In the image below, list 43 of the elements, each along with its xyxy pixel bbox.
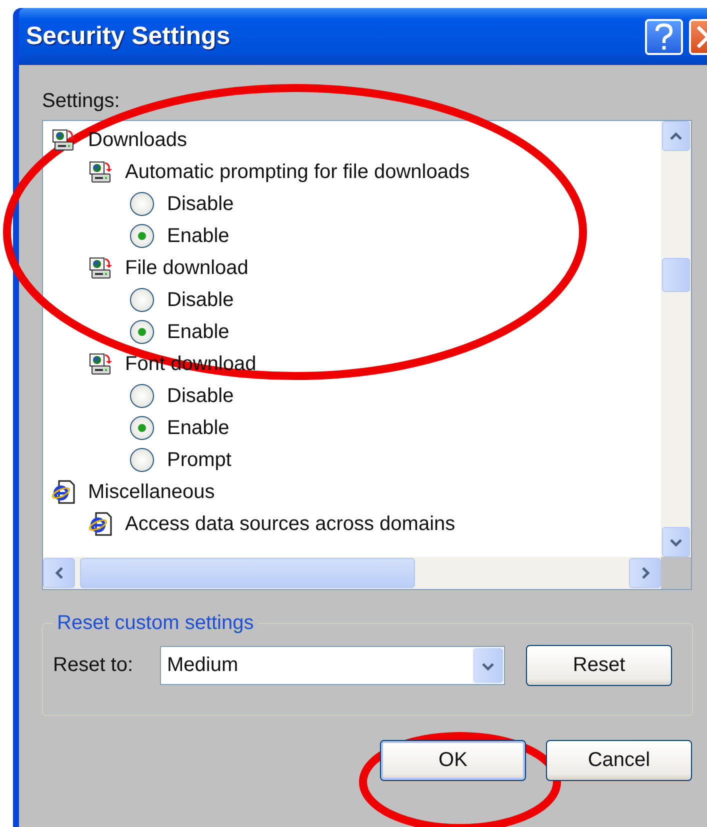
setting-label: Access data sources across domains xyxy=(125,512,456,536)
radio-option[interactable]: Disable xyxy=(43,380,661,412)
category-label: Miscellaneous xyxy=(88,480,215,504)
radio-button[interactable] xyxy=(130,288,154,312)
radio-button[interactable] xyxy=(130,224,154,248)
scroll-down-button[interactable] xyxy=(662,527,690,557)
group-title: Reset custom settings xyxy=(56,612,255,635)
scroll-right-button[interactable] xyxy=(629,558,661,588)
radio-option[interactable]: Prompt xyxy=(43,444,661,476)
radio-option[interactable]: Enable xyxy=(43,412,661,444)
dialog-button[interactable]: Cancel xyxy=(546,740,692,781)
radio-option[interactable]: Disable xyxy=(43,188,661,220)
scroll-thumb[interactable] xyxy=(662,258,690,292)
scroll-left-button[interactable] xyxy=(43,558,75,588)
scroll-up-button[interactable] xyxy=(662,121,690,151)
level-dropdown[interactable]: Medium xyxy=(160,646,505,685)
download-drive-icon xyxy=(88,352,113,376)
radio-option[interactable]: Disable xyxy=(43,284,661,316)
setting-label: File download xyxy=(125,256,248,280)
radio-button[interactable] xyxy=(130,192,154,216)
vertical-scrollbar[interactable] xyxy=(661,121,691,557)
settings-label: Settings: xyxy=(42,90,121,114)
radio-button[interactable] xyxy=(130,320,154,344)
reset-to-label: Reset to: xyxy=(53,654,134,677)
category-label: Downloads xyxy=(88,128,187,152)
setting-label: Automatic prompting for file downloads xyxy=(125,160,470,184)
radio-button[interactable] xyxy=(130,448,154,472)
radio-option[interactable]: Enable xyxy=(43,316,661,348)
window-title: Security Settings xyxy=(26,22,232,51)
horizontal-scrollbar[interactable] xyxy=(43,557,661,589)
scrollbar-corner xyxy=(661,557,691,589)
download-drive-icon xyxy=(88,160,113,184)
download-drive-icon xyxy=(51,128,76,152)
help-button[interactable] xyxy=(645,18,683,54)
dialog-button[interactable]: OK xyxy=(380,740,526,781)
scroll-thumb[interactable] xyxy=(80,558,415,588)
reset-button[interactable]: Reset xyxy=(526,645,672,686)
browser-page-icon xyxy=(88,512,113,536)
radio-button[interactable] xyxy=(130,416,154,440)
radio-option[interactable]: Enable xyxy=(43,220,661,252)
radio-button[interactable] xyxy=(130,384,154,408)
browser-page-icon xyxy=(51,480,76,504)
download-drive-icon xyxy=(88,256,113,280)
